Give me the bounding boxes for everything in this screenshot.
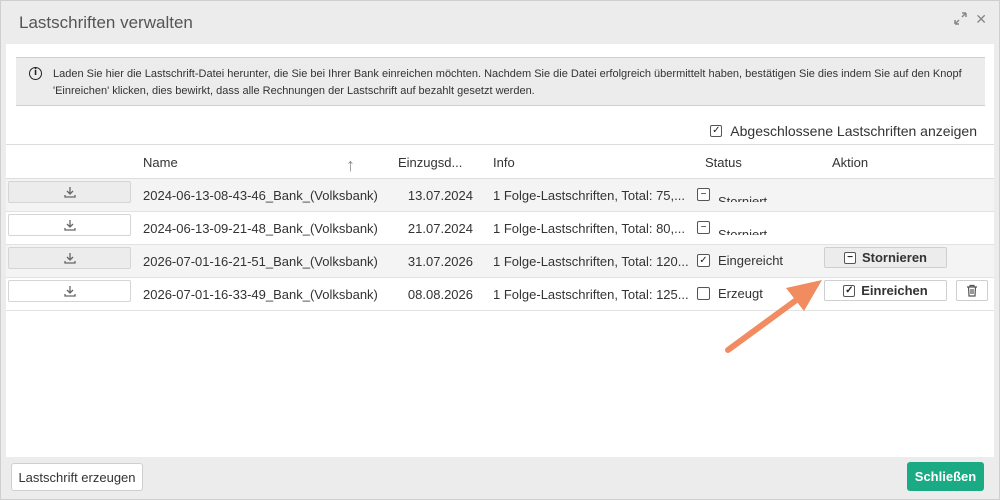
row-date: 31.07.2026 [407,254,473,269]
download-button[interactable] [8,280,131,302]
row-name: 2024-06-13-08-43-46_Bank_(Volksbank) [143,188,378,203]
cancel-debit-button[interactable]: − Stornieren [824,247,947,268]
row-date: 21.07.2024 [407,221,473,236]
empty-box-icon [697,287,710,300]
minus-box-icon: − [843,251,856,264]
row-info: 1 Folge-Lastschriften, Total: 125... [493,287,689,302]
download-icon [63,286,76,297]
minus-box-icon: − [697,221,710,234]
minus-box-icon: − [697,188,710,201]
dialog: Lastschriften verwalten ✕ i Laden Sie hi… [0,0,1000,500]
row-status: − Storniert [697,220,767,235]
title-bar: Lastschriften verwalten ✕ [1,1,999,44]
col-header-name[interactable]: Name [143,155,178,170]
download-button[interactable] [8,214,131,236]
checkbox-checked-icon[interactable]: ✓ [710,125,723,137]
dialog-content: i Laden Sie hier die Lastschrift-Datei h… [6,44,994,457]
submit-debit-button[interactable]: ✓ Einreichen [824,280,947,301]
dialog-footer: Lastschrift erzeugen Schließen [1,457,999,499]
col-header-date[interactable]: Einzugsd... [398,155,462,170]
show-closed-label: Abgeschlossene Lastschriften anzeigen [730,123,977,139]
status-label: Storniert [718,227,768,235]
status-label: Storniert [718,194,768,202]
col-header-action: Aktion [832,155,869,170]
row-info: 1 Folge-Lastschriften, Total: 120... [493,254,689,269]
download-icon [63,253,76,264]
dialog-title: Lastschriften verwalten [19,13,193,32]
row-name: 2026-07-01-16-21-51_Bank_(Volksbank) [143,254,378,269]
download-icon [63,187,76,198]
download-icon [63,220,76,231]
create-debit-button[interactable]: Lastschrift erzeugen [11,463,143,491]
row-status: − Storniert [697,187,767,202]
close-button[interactable]: Schließen [907,462,984,491]
close-icon[interactable]: ✕ [975,11,987,28]
check-box-icon: ✓ [843,284,856,297]
row-name: 2024-06-13-09-21-48_Bank_(Volksbank) [143,221,378,236]
check-box-icon: ✓ [697,254,710,267]
window-controls: ✕ [954,11,987,28]
table-row: 2024-06-13-09-21-48_Bank_(Volksbank) 21.… [6,212,994,245]
row-date: 08.08.2026 [407,287,473,302]
row-status: ✓ Eingereicht [697,253,783,268]
status-label: Eingereicht [718,253,784,268]
row-info: 1 Folge-Lastschriften, Total: 75,... [493,188,685,203]
table-row: 2024-06-13-08-43-46_Bank_(Volksbank) 13.… [6,179,994,212]
cancel-debit-label: Stornieren [861,250,927,265]
submit-debit-label: Einreichen [861,283,928,298]
direct-debit-table: Name ↑ Einzugsd... Info Status Aktion 20… [6,144,994,311]
table-row: 2026-07-01-16-33-49_Bank_(Volksbank) 08.… [6,278,994,311]
row-info: 1 Folge-Lastschriften, Total: 80,... [493,221,685,236]
row-name: 2026-07-01-16-33-49_Bank_(Volksbank) [143,287,378,302]
row-status: Erzeugt [697,286,763,301]
row-date: 13.07.2024 [407,188,473,203]
expand-icon[interactable] [954,11,968,28]
info-text: Laden Sie hier die Lastschrift-Datei her… [53,68,962,97]
table-header: Name ↑ Einzugsd... Info Status Aktion [6,144,994,179]
show-closed-toggle[interactable]: ✓ Abgeschlossene Lastschriften anzeigen [710,123,977,139]
table-row: 2026-07-01-16-21-51_Bank_(Volksbank) 31.… [6,245,994,278]
download-button[interactable] [8,247,131,269]
trash-icon [967,284,977,297]
delete-button[interactable] [956,280,988,301]
col-header-status[interactable]: Status [705,155,742,170]
sort-ascending-icon[interactable]: ↑ [346,155,355,176]
col-header-info[interactable]: Info [493,155,515,170]
download-button[interactable] [8,181,131,203]
info-box: i Laden Sie hier die Lastschrift-Datei h… [16,57,985,106]
info-icon: i [29,67,42,80]
status-label: Erzeugt [718,286,763,301]
